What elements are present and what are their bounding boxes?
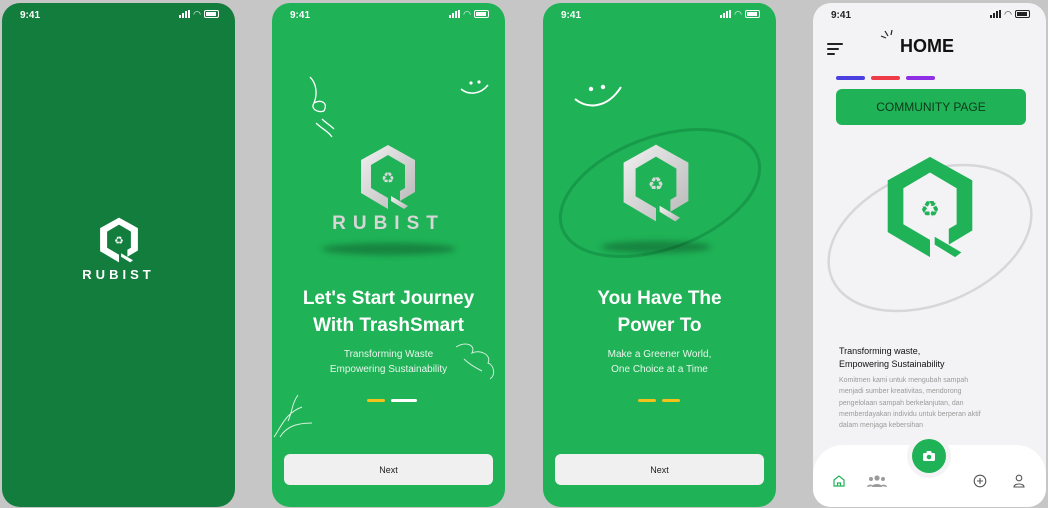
page-dot-1 [638, 399, 656, 402]
tab-indicator-2[interactable] [871, 76, 900, 80]
next-button[interactable]: Next [284, 454, 493, 485]
onboarding-subtitle: Make a Greener World, One Choice at a Ti… [543, 347, 776, 377]
doodle-leaf-icon [455, 343, 495, 380]
home-screen: 9:41 ◠ HOME COMMUNITY PAGE ♻ Transformin… [813, 3, 1046, 507]
home-description: Komitmen kami untuk mengubah sampah menj… [839, 375, 1029, 431]
splash-screen: 9:41 ◠ ♻ RUBIST [2, 3, 235, 507]
status-time: 9:41 [20, 10, 41, 21]
battery-icon [204, 10, 219, 18]
status-time: 9:41 [290, 10, 311, 21]
camera-button[interactable] [912, 439, 946, 473]
page-indicator [638, 399, 680, 402]
community-page-button[interactable]: COMMUNITY PAGE [836, 89, 1026, 125]
brand-name: RUBIST [82, 267, 155, 282]
signal-icon [179, 10, 191, 18]
svg-text:♻: ♻ [648, 174, 664, 194]
rubist-logo-icon: ♻ [361, 145, 415, 209]
signal-icon [720, 10, 732, 18]
smile-doodle-icon [574, 84, 622, 107]
doodle-grass-icon [273, 394, 313, 438]
rubist-logo-icon: ♻ [887, 156, 973, 258]
page-title: HOME [900, 36, 954, 56]
onboarding-title: You Have The Power To [543, 285, 776, 339]
svg-text:♻: ♻ [920, 196, 940, 221]
tab-indicator-3[interactable] [906, 76, 935, 80]
profile-icon[interactable] [1013, 474, 1025, 488]
battery-icon [745, 10, 760, 18]
description-line-3: pengelolaan sampah berkelanjutan, dan [839, 399, 964, 407]
camera-icon [923, 451, 935, 461]
logo-shadow [601, 241, 711, 253]
title-line-2: Power To [617, 315, 702, 336]
subtitle-line-1: Make a Greener World, [607, 349, 712, 360]
onboarding-screen-2: 9:41 ◠ ♻ You Have The Power To Make a Gr… [543, 3, 776, 507]
battery-icon [1015, 10, 1030, 18]
wifi-icon: ◠ [463, 9, 471, 19]
next-button[interactable]: Next [555, 454, 764, 485]
page-indicator [367, 399, 417, 402]
status-icons: ◠ [449, 9, 489, 19]
description-line-4: memberdayakan individu untuk berperan ak… [839, 410, 981, 418]
brand-name: RUBIST [332, 213, 445, 234]
description-line-5: dalam menjaga kebersihan [839, 422, 924, 430]
heading-line-2: Empowering Sustainability [839, 359, 945, 369]
rubist-logo-icon: ♻ [623, 144, 689, 222]
tab-indicator-1[interactable] [836, 76, 865, 80]
doodle-sprout-icon [309, 76, 335, 138]
status-icons: ◠ [179, 9, 219, 19]
logo-shadow [322, 243, 456, 255]
status-icons: ◠ [990, 9, 1030, 19]
page-dot-2-active [391, 399, 417, 402]
onboarding-screen-1: 9:41 ◠ ♻ RUBIST Let's Start Journey With… [272, 3, 505, 507]
wifi-icon: ◠ [1004, 9, 1012, 19]
title-line-2: With TrashSmart [313, 315, 464, 336]
status-icons: ◠ [720, 9, 760, 19]
page-dot-1 [367, 399, 385, 402]
signal-icon [990, 10, 1002, 18]
description-line-1: Komitmen kami untuk mengubah sampah [839, 377, 969, 384]
community-icon[interactable] [866, 474, 888, 488]
description-line-2: menjadi sumber kreativitas, mendorong [839, 388, 962, 396]
color-tabs [836, 76, 935, 80]
sparkle-icon [880, 30, 893, 39]
svg-text:♻: ♻ [114, 235, 123, 247]
battery-icon [474, 10, 489, 18]
add-icon[interactable] [973, 474, 987, 488]
page-dot-2 [662, 399, 680, 402]
subtitle-line-2: One Choice at a Time [611, 364, 708, 375]
svg-text:♻: ♻ [381, 170, 394, 187]
title-line-1: You Have The [597, 288, 722, 309]
menu-icon[interactable] [827, 43, 843, 58]
home-icon[interactable] [832, 474, 846, 488]
status-time: 9:41 [561, 10, 582, 21]
heading-line-1: Transforming waste, [839, 346, 921, 356]
rubist-logo-icon: ♻ [100, 217, 138, 263]
home-heading: Transforming waste, Empowering Sustainab… [839, 345, 945, 371]
wifi-icon: ◠ [193, 9, 201, 19]
smile-doodle-icon [460, 80, 489, 94]
signal-icon [449, 10, 461, 18]
onboarding-title: Let's Start Journey With TrashSmart [272, 285, 505, 339]
status-time: 9:41 [831, 10, 852, 21]
wifi-icon: ◠ [734, 9, 742, 19]
title-line-1: Let's Start Journey [302, 288, 475, 309]
